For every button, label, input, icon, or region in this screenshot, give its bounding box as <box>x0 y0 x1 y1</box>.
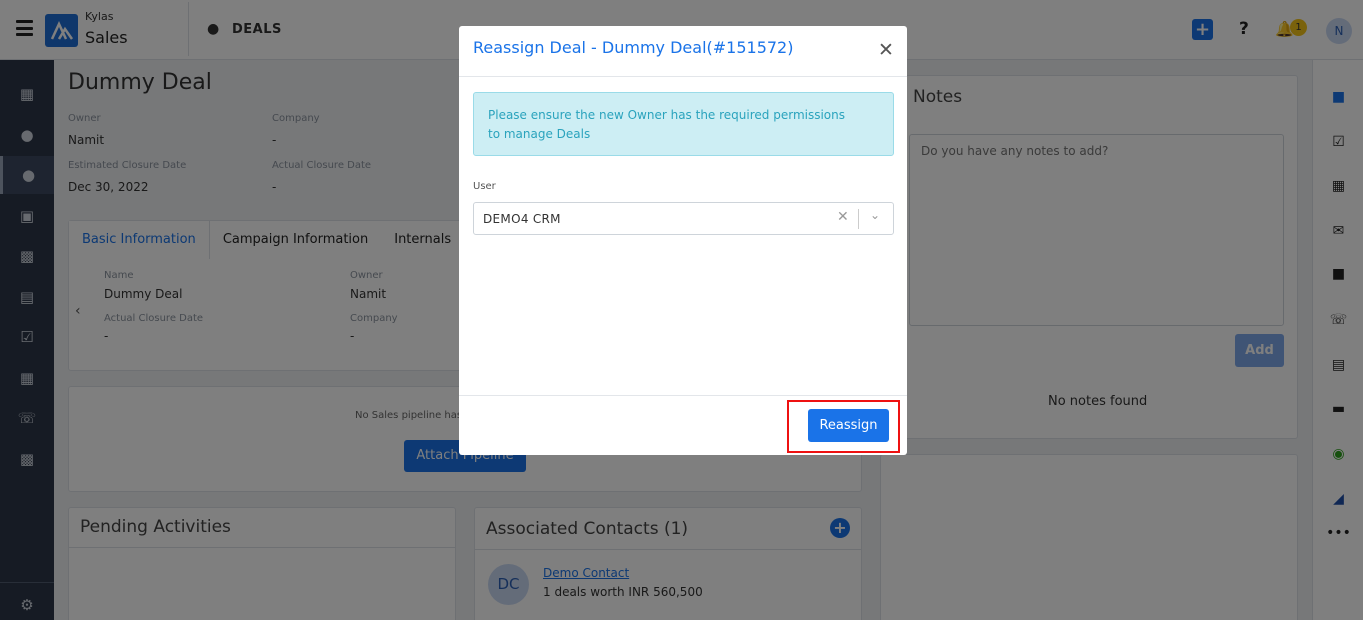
reassign-deal-modal: Reassign Deal - Dummy Deal(#151572) ✕ Pl… <box>459 26 907 455</box>
reassign-button[interactable]: Reassign <box>808 409 889 442</box>
user-field-label: User <box>473 181 496 192</box>
modal-title: Reassign Deal - Dummy Deal(#151572) <box>473 38 794 57</box>
chevron-down-icon[interactable]: ⌄ <box>870 208 880 222</box>
modal-header: Reassign Deal - Dummy Deal(#151572) ✕ <box>459 26 907 77</box>
clear-icon[interactable]: ✕ <box>837 209 849 225</box>
modal-footer-divider <box>459 395 907 396</box>
user-select-value: DEMO4 CRM <box>483 212 561 226</box>
divider <box>858 209 859 229</box>
close-icon[interactable]: ✕ <box>878 39 894 61</box>
alert-line: Please ensure the new Owner has the requ… <box>488 108 845 122</box>
alert-line: to manage Deals <box>488 127 591 141</box>
user-select[interactable]: DEMO4 CRM ✕ ⌄ <box>473 202 894 235</box>
permission-alert: Please ensure the new Owner has the requ… <box>473 92 894 156</box>
